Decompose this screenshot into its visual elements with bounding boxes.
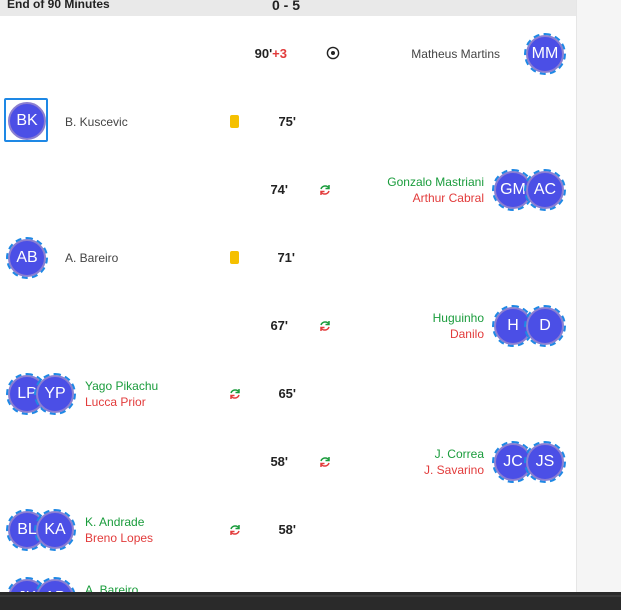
substitution-arrows-icon xyxy=(230,389,240,399)
player-avatar[interactable]: BK xyxy=(8,102,46,140)
soccer-ball-icon xyxy=(326,46,340,60)
player-name: Matheus Martins xyxy=(411,47,500,61)
player-out-name: Lucca Prior xyxy=(85,395,146,409)
player-in-name: Gonzalo Mastriani xyxy=(387,175,484,189)
bottom-scroll-bar[interactable] xyxy=(0,592,621,610)
substitution-arrows-icon xyxy=(320,185,330,195)
yellow-card-icon xyxy=(230,251,239,264)
event-minute: 74' xyxy=(270,182,288,197)
event-minute: 75' xyxy=(278,114,296,129)
scroll-track[interactable] xyxy=(0,595,621,597)
player-in-name: Yago Pikachu xyxy=(85,379,159,393)
timeline-event-card[interactable]: AB A. Bareiro 71' xyxy=(0,224,576,292)
player-out-name: J. Savarino xyxy=(423,463,484,477)
side-gutter xyxy=(576,0,621,596)
event-minute: 58' xyxy=(278,522,296,537)
player-out-avatar[interactable]: AC xyxy=(524,169,566,211)
player-in-name: Huguinho xyxy=(432,311,484,325)
timeline-event-substitution[interactable]: BL KA K. Andrade Breno Lopes 58' xyxy=(0,496,576,564)
timeline-event-substitution[interactable]: 67' Huguinho Danilo H D xyxy=(0,292,576,360)
substitution-arrows-icon xyxy=(230,525,240,535)
player-avatar[interactable]: AB xyxy=(6,237,48,279)
player-avatar[interactable]: MM xyxy=(524,33,566,75)
match-timeline-panel: End of 90 Minutes 0 - 5 90'+3 Matheus Ma… xyxy=(0,0,576,596)
event-minute: 71' xyxy=(277,250,295,265)
substitution-arrows-icon xyxy=(320,321,330,331)
yellow-card-icon xyxy=(230,115,239,128)
player-in-avatar[interactable]: KA xyxy=(34,509,76,551)
timeline-event-goal[interactable]: 90'+3 Matheus Martins MM xyxy=(0,20,576,88)
player-out-avatar[interactable]: JS xyxy=(524,441,566,483)
player-name: A. Bareiro xyxy=(65,251,119,265)
player-name: B. Kuscevic xyxy=(65,115,128,129)
timeline-event-card[interactable]: BK B. Kuscevic 75' xyxy=(0,88,576,156)
player-out-name: Arthur Cabral xyxy=(412,191,484,205)
period-title: End of 90 Minutes xyxy=(7,0,110,11)
player-out-avatar[interactable]: D xyxy=(524,305,566,347)
player-out-name: Breno Lopes xyxy=(85,531,154,545)
event-minute: 65' xyxy=(278,386,296,401)
timeline-event-substitution[interactable]: 74' Gonzalo Mastriani Arthur Cabral GM A… xyxy=(0,156,576,224)
timeline-event-substitution[interactable]: 58' J. Correa J. Savarino JC JS xyxy=(0,428,576,496)
player-in-avatar[interactable]: YP xyxy=(34,373,76,415)
event-minute: 58' xyxy=(270,454,288,469)
added-time: +3 xyxy=(272,46,287,61)
period-score: 0 - 5 xyxy=(272,0,301,13)
period-header: End of 90 Minutes 0 - 5 xyxy=(0,0,576,16)
event-minute: 90'+3 xyxy=(254,46,287,61)
timeline-event-substitution[interactable]: LP YP Yago Pikachu Lucca Prior 65' xyxy=(0,360,576,428)
player-out-name: Danilo xyxy=(449,327,484,341)
event-minute: 67' xyxy=(270,318,288,333)
player-in-name: K. Andrade xyxy=(85,515,145,529)
substitution-arrows-icon xyxy=(320,457,330,467)
player-in-name: J. Correa xyxy=(434,447,484,461)
